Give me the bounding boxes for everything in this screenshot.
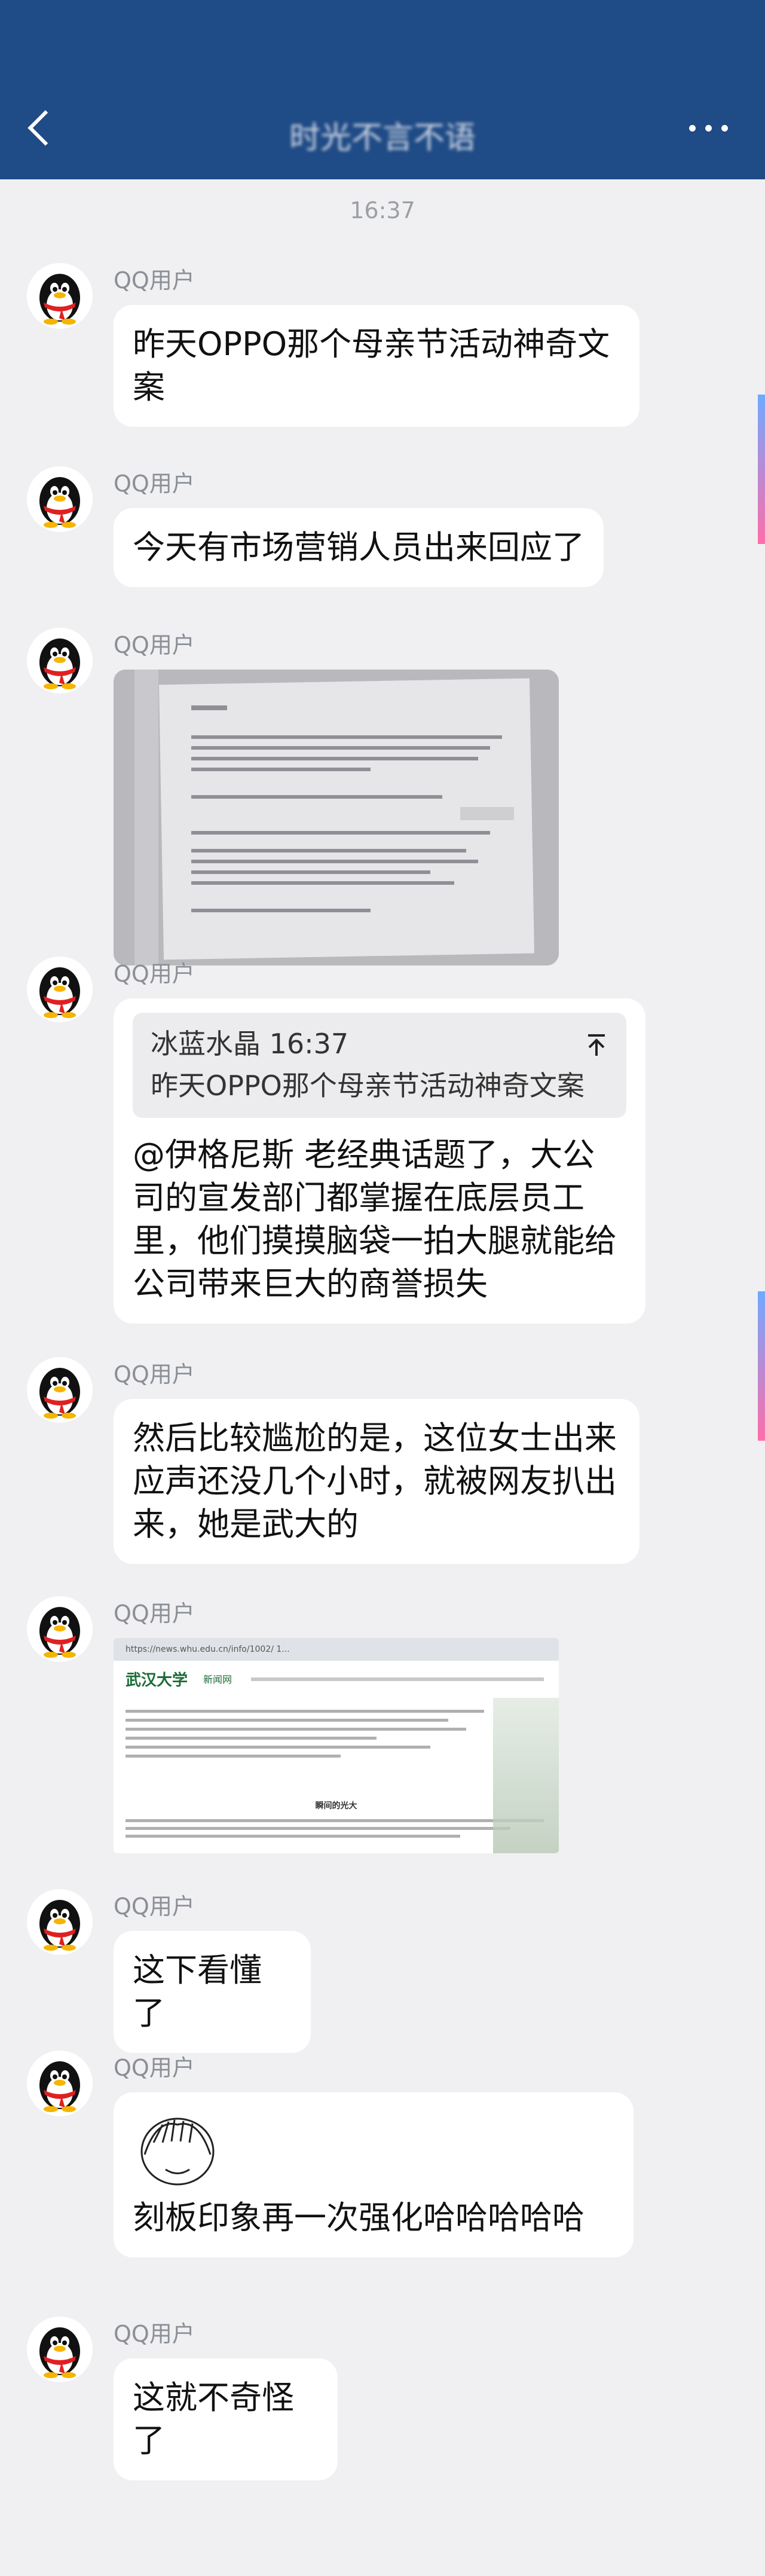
sender-name: QQ用户 [114,470,195,497]
more-options-icon[interactable] [684,117,738,140]
webpage-screenshot-image[interactable]: https://news.whu.edu.cn/info/1002/ 1... … [114,1638,559,1853]
avatar[interactable] [27,1357,93,1423]
back-arrow-icon[interactable] [24,111,60,146]
edge-indicator [758,395,765,544]
avatar[interactable] [27,957,93,1022]
photo-image[interactable] [114,670,559,965]
sender-name: QQ用户 [114,961,195,987]
message-bubble[interactable]: 昨天OPPO那个母亲节活动神奇文案 [114,305,639,427]
avatar[interactable] [27,1596,93,1662]
sender-name: QQ用户 [114,1361,195,1388]
avatar[interactable] [27,2317,93,2382]
article-heading: 瞬间的光大 [315,1801,357,1811]
jump-to-quote-icon[interactable] [585,1033,608,1057]
quote-text: 昨天OPPO那个母亲节活动神奇文案 [151,1069,585,1102]
avatar[interactable] [27,628,93,693]
edge-indicator [758,1291,765,1441]
header-bar: 时光不言不语 [0,0,765,179]
message-bubble[interactable]: 这就不奇怪了 [114,2358,338,2480]
quote-author: 冰蓝水晶 16:37 [151,1028,349,1060]
sender-name: QQ用户 [114,267,195,294]
sender-name: QQ用户 [114,1893,195,1920]
chat-title: 时光不言不语 [289,120,476,156]
message-bubble[interactable]: 冰蓝水晶 16:37 昨天OPPO那个母亲节活动神奇文案 @伊格尼斯 老经典话题… [114,998,645,1324]
message-bubble[interactable]: 刻板印象再一次强化哈哈哈哈哈 [114,2092,634,2257]
avatar[interactable] [27,263,93,329]
site-name: 新闻网 [203,1674,232,1685]
avatar[interactable] [27,466,93,532]
sender-name: QQ用户 [114,1600,195,1627]
message-text: 刻板印象再一次强化哈哈哈哈哈 [133,2199,585,2236]
site-logo: 武汉大学 [126,1672,188,1689]
avatar[interactable] [27,2051,93,2116]
sender-name: QQ用户 [114,632,195,658]
timestamp: 16:37 [350,197,415,224]
url-bar: https://news.whu.edu.cn/info/1002/ 1... [114,1638,559,1661]
message-bubble[interactable]: 这下看懂了 [114,1931,311,2053]
avatar[interactable] [27,1889,93,1955]
covering-face-sticker-icon [140,2117,215,2186]
message-text: @伊格尼斯 老经典话题了，大公司的宣发部门都掌握在底层员工里，他们摸摸脑袋一拍大… [133,1136,617,1303]
message-bubble[interactable]: 今天有市场营销人员出来回应了 [114,508,604,587]
message-bubble[interactable]: 然后比较尴尬的是，这位女士出来应声还没几个小时，就被网友扒出来，她是武大的 [114,1399,639,1564]
sender-name: QQ用户 [114,2055,195,2081]
sender-name: QQ用户 [114,2321,195,2347]
quoted-message[interactable]: 冰蓝水晶 16:37 昨天OPPO那个母亲节活动神奇文案 [133,1013,626,1118]
